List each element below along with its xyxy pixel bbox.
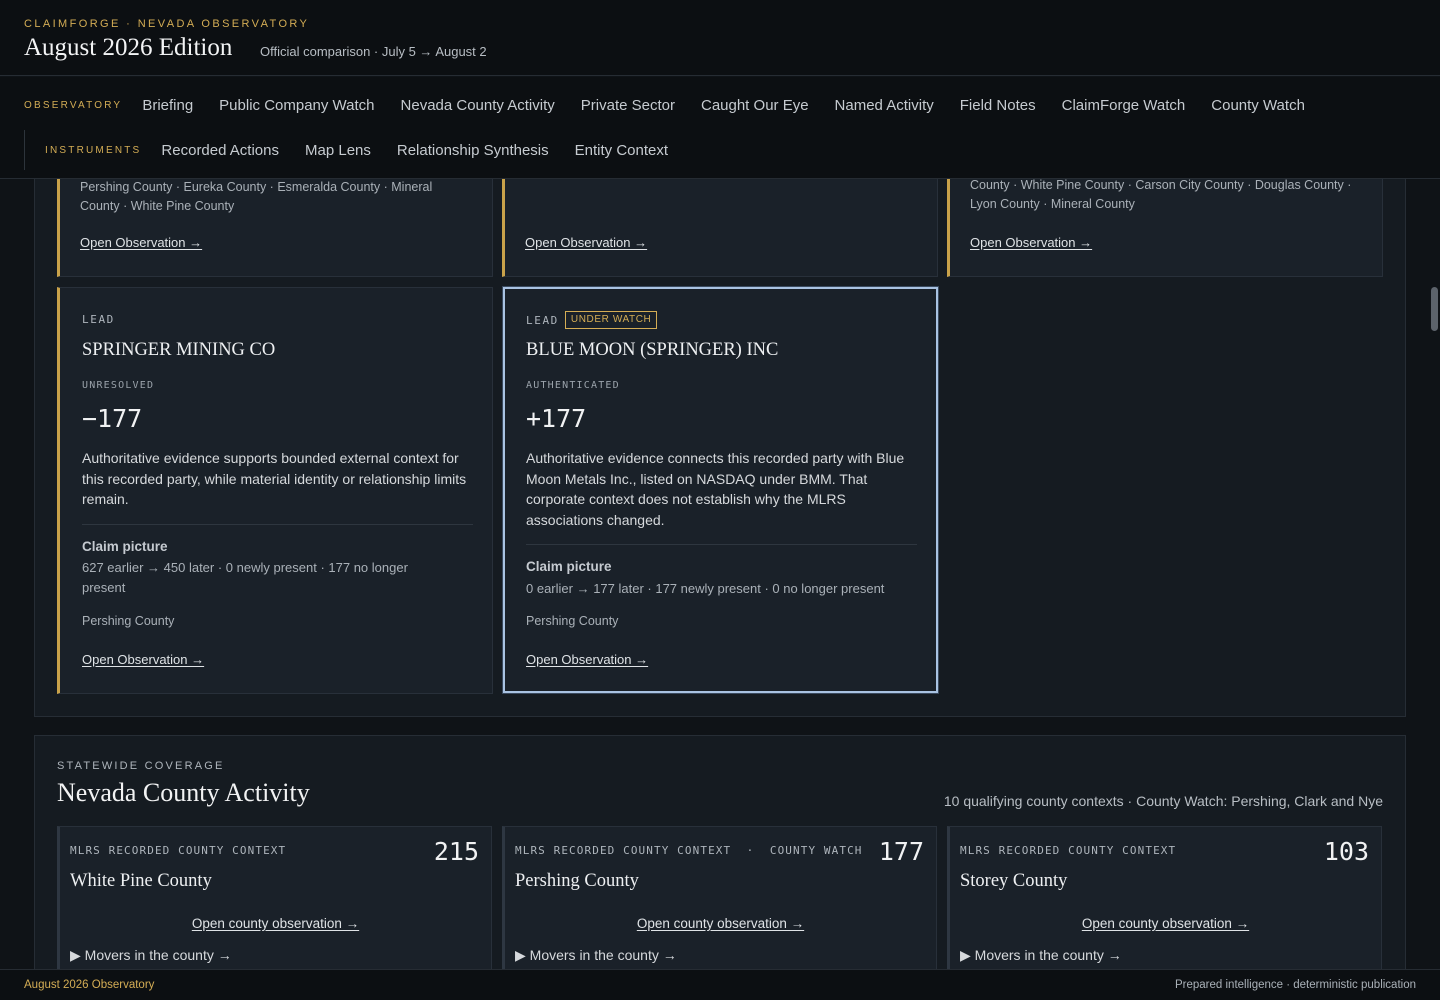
nav-link-private-sector[interactable]: Private Sector bbox=[581, 97, 675, 114]
open-observation-link[interactable]: Open Observation → bbox=[80, 235, 202, 250]
named-activity-panel: Pershing County · Eureka County · Esmera… bbox=[34, 131, 1406, 717]
open-observation-link[interactable]: Open Observation → bbox=[526, 652, 648, 667]
nav-link-named-activity[interactable]: Named Activity bbox=[835, 97, 934, 114]
county-card-kicker: MLRS RECORDED COUNTY CONTEXT bbox=[960, 844, 1177, 857]
nav-link-field-notes[interactable]: Field Notes bbox=[960, 97, 1036, 114]
county-card-name: Pershing County bbox=[515, 871, 639, 891]
lead-card-springer-mining[interactable]: LEAD SPRINGER MINING CO UNRESOLVED −177 … bbox=[57, 287, 493, 694]
section-meta: 10 qualifying county contexts · County W… bbox=[943, 793, 1383, 809]
nav-link-recorded-actions[interactable]: Recorded Actions bbox=[161, 142, 279, 159]
under-watch-badge: UNDER WATCH bbox=[564, 311, 658, 329]
nav-link-map-lens[interactable]: Map Lens bbox=[305, 142, 371, 159]
nav-link-relationship-synthesis[interactable]: Relationship Synthesis bbox=[397, 142, 549, 159]
card-delta: +177 bbox=[526, 404, 587, 433]
open-observation-link[interactable]: Open Observation → bbox=[525, 235, 647, 250]
card-county: Pershing County bbox=[526, 614, 619, 628]
county-card-count: 215 bbox=[433, 837, 479, 866]
claim-picture-text: 0 earlier → 177 later · 177 newly presen… bbox=[526, 581, 885, 596]
card-divider bbox=[526, 544, 917, 545]
footer-edition: August 2026 Observatory bbox=[24, 979, 155, 991]
card-entity-name: BLUE MOON (SPRINGER) INC bbox=[526, 340, 779, 360]
county-card-count: 177 bbox=[878, 837, 924, 866]
nav-link-nevada-county-activity[interactable]: Nevada County Activity bbox=[401, 97, 555, 114]
card-counties: Pershing County · Eureka County · Esmera… bbox=[80, 180, 433, 213]
card-status: UNRESOLVED bbox=[82, 380, 155, 391]
nav-link-caught-our-eye[interactable]: Caught Our Eye bbox=[701, 97, 809, 114]
open-observation-link[interactable]: Open Observation → bbox=[82, 652, 204, 667]
card-body: Authoritative evidence supports bounded … bbox=[82, 450, 467, 507]
main-navigation: OBSERVATORY Briefing Public Company Watc… bbox=[0, 77, 1440, 179]
card-counties: County · White Pine County · Carson City… bbox=[970, 178, 1352, 211]
nevada-county-activity-section: STATEWIDE COVERAGE Nevada County Activit… bbox=[34, 735, 1406, 1000]
card-delta: −177 bbox=[82, 404, 143, 433]
open-county-observation-link[interactable]: Open county observation → bbox=[60, 916, 491, 931]
claim-picture-text: 627 earlier → 450 later · 0 newly presen… bbox=[82, 560, 408, 595]
page-footer: August 2026 Observatory Prepared intelli… bbox=[0, 969, 1440, 1000]
scrollbar-thumb[interactable] bbox=[1431, 287, 1438, 331]
section-kicker: STATEWIDE COVERAGE bbox=[57, 760, 225, 772]
county-card-white-pine: MLRS RECORDED COUNTY CONTEXT 215 White P… bbox=[57, 826, 492, 986]
open-county-observation-link[interactable]: Open county observation → bbox=[505, 916, 936, 931]
observatory-label: OBSERVATORY bbox=[24, 99, 123, 111]
county-card-kicker: MLRS RECORDED COUNTY CONTEXT bbox=[70, 844, 287, 857]
card-county: Pershing County bbox=[82, 614, 175, 628]
nav-link-claimforge-watch[interactable]: ClaimForge Watch bbox=[1062, 97, 1186, 114]
lead-card-blue-moon[interactable]: LEAD UNDER WATCH BLUE MOON (SPRINGER) IN… bbox=[503, 287, 938, 693]
edition-subtitle: Official comparison · July 5 → August 2 bbox=[260, 44, 487, 59]
card-entity-name: SPRINGER MINING CO bbox=[82, 340, 276, 360]
county-card-storey: MLRS RECORDED COUNTY CONTEXT 103 Storey … bbox=[947, 826, 1382, 986]
lead-label: LEAD bbox=[82, 313, 115, 326]
nav-link-briefing[interactable]: Briefing bbox=[142, 97, 193, 114]
movers-disclosure[interactable]: ▶ Movers in the county → bbox=[960, 947, 1122, 964]
county-card-name: White Pine County bbox=[70, 871, 212, 891]
card-divider bbox=[82, 524, 473, 525]
open-county-observation-link[interactable]: Open county observation → bbox=[950, 916, 1381, 931]
nav-link-entity-context[interactable]: Entity Context bbox=[575, 142, 668, 159]
county-card-name: Storey County bbox=[960, 871, 1068, 891]
observatory-nav: OBSERVATORY Briefing Public Company Watc… bbox=[24, 94, 1331, 116]
claim-picture-title: Claim picture bbox=[82, 539, 168, 554]
footer-note: Prepared intelligence · deterministic pu… bbox=[1175, 979, 1416, 991]
movers-disclosure[interactable]: ▶ Movers in the county → bbox=[515, 947, 677, 964]
nav-divider bbox=[24, 130, 25, 170]
county-card-pershing: MLRS RECORDED COUNTY CONTEXT · COUNTY WA… bbox=[502, 826, 937, 986]
card-status: AUTHENTICATED bbox=[526, 380, 620, 391]
card-kicker: LEAD bbox=[82, 313, 115, 326]
brand-kicker: CLAIMFORGE · NEVADA OBSERVATORY bbox=[24, 18, 310, 30]
instruments-label: INSTRUMENTS bbox=[45, 144, 142, 156]
open-observation-link[interactable]: Open Observation → bbox=[970, 235, 1092, 250]
edition-header: CLAIMFORGE · NEVADA OBSERVATORY August 2… bbox=[0, 0, 1440, 76]
movers-disclosure[interactable]: ▶ Movers in the county → bbox=[70, 947, 232, 964]
page-title: August 2026 Edition bbox=[24, 34, 233, 61]
nav-link-county-watch[interactable]: County Watch bbox=[1211, 97, 1305, 114]
section-title: Nevada County Activity bbox=[57, 778, 310, 807]
card-kicker: LEAD UNDER WATCH bbox=[526, 311, 658, 329]
lead-label: LEAD bbox=[526, 313, 559, 327]
card-body: Authoritative evidence connects this rec… bbox=[526, 450, 905, 528]
claim-picture-title: Claim picture bbox=[526, 559, 612, 574]
nav-link-public-company-watch[interactable]: Public Company Watch bbox=[219, 97, 374, 114]
county-card-count: 103 bbox=[1323, 837, 1369, 866]
instruments-nav: INSTRUMENTS Recorded Actions Map Lens Re… bbox=[24, 130, 694, 170]
county-card-kicker: MLRS RECORDED COUNTY CONTEXT · COUNTY WA… bbox=[515, 844, 863, 857]
